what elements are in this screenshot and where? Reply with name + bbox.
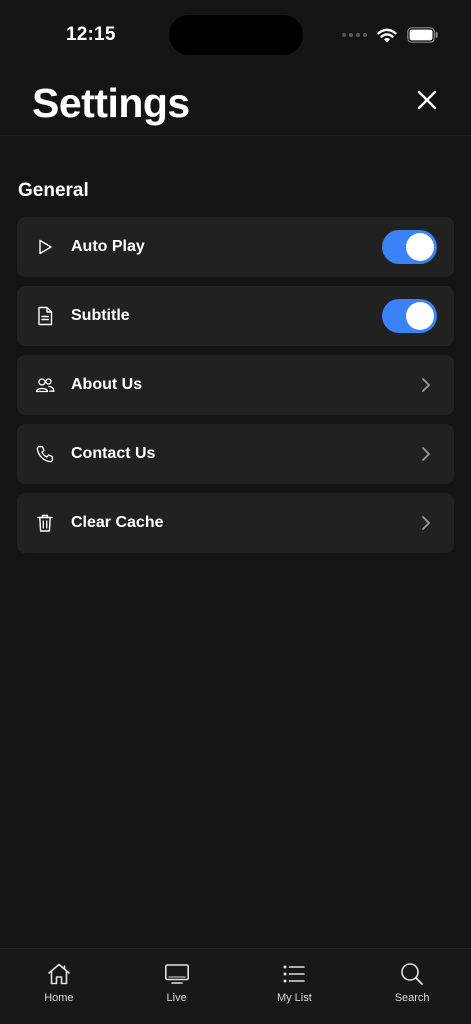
page-title: Settings [32,80,190,126]
auto-play-toggle[interactable] [382,230,437,264]
setting-label: About Us [71,376,143,393]
tab-bar: Home Live My List Search [0,948,471,1024]
wifi-icon [377,28,397,43]
list-icon [281,962,307,986]
tab-label: My List [276,992,312,1004]
phone-icon [35,444,55,464]
toggle-knob [406,233,434,261]
home-icon [46,962,72,986]
close-icon [417,90,437,110]
setting-row-auto-play[interactable]: Auto Play [17,217,454,277]
setting-row-clear-cache[interactable]: Clear Cache [17,493,454,553]
search-icon [399,962,425,986]
setting-label: Clear Cache [71,514,164,531]
tab-search[interactable]: Search [353,949,471,1024]
status-time: 12:15 [66,24,116,45]
users-icon [35,375,55,395]
tab-home[interactable]: Home [0,949,118,1024]
trash-icon [35,513,55,533]
document-icon [35,306,55,326]
chevron-right-icon [420,513,432,533]
settings-list: Auto Play Subtitle About Us Contact Us C… [17,217,454,562]
status-icons [342,24,439,46]
setting-label: Subtitle [71,307,130,324]
play-icon [35,237,55,257]
dynamic-island [169,15,303,55]
setting-label: Auto Play [71,238,145,255]
tab-label: Live [166,992,187,1004]
tab-label: Home [44,992,74,1004]
tab-label: Search [394,992,430,1004]
tv-icon [164,962,190,986]
chevron-right-icon [420,444,432,464]
signal-dots-icon [342,33,367,37]
chevron-right-icon [420,375,432,395]
subtitle-toggle[interactable] [382,299,437,333]
status-bar: 12:15 [0,0,471,66]
battery-icon [407,27,438,43]
toggle-knob [406,302,434,330]
header: Settings [0,66,471,136]
tab-my-list[interactable]: My List [236,949,354,1024]
section-title-general: General [18,180,89,201]
setting-row-contact-us[interactable]: Contact Us [17,424,454,484]
setting-row-subtitle[interactable]: Subtitle [17,286,454,346]
setting-row-about-us[interactable]: About Us [17,355,454,415]
tab-live[interactable]: Live [118,949,236,1024]
close-button[interactable] [415,88,439,112]
setting-label: Contact Us [71,445,156,462]
